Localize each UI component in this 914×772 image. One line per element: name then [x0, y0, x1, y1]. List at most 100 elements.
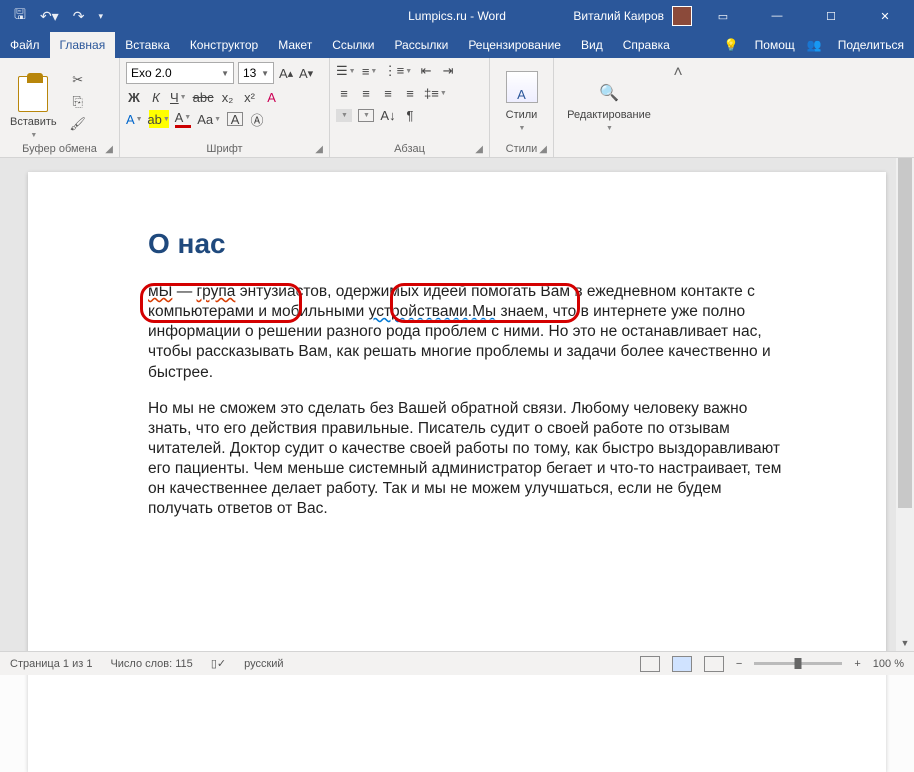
minimize-icon[interactable]: —: [754, 0, 800, 32]
zoom-slider[interactable]: [754, 662, 842, 665]
number-list-icon[interactable]: ≡▼: [362, 62, 378, 80]
group-paragraph: ☰▼ ≡▼ ⋮≡▼ ⇤ ⇥ ≡ ≡ ≡ ≡ ‡≡▼ ▼ ▼ A↓ ¶ Абзац…: [330, 58, 490, 157]
show-marks-icon[interactable]: ¶: [402, 106, 418, 124]
editing-label[interactable]: Редактирование: [567, 109, 651, 121]
font-name-combo[interactable]: Exo 2.0▼: [126, 62, 234, 84]
bold-button[interactable]: Ж: [126, 88, 142, 106]
grow-font-icon[interactable]: A▴: [278, 64, 294, 82]
read-mode-icon[interactable]: [640, 656, 660, 672]
qat-customize-icon[interactable]: ▾: [98, 11, 103, 22]
tab-home[interactable]: Главная: [50, 32, 116, 58]
font-color-icon[interactable]: A▼: [175, 110, 192, 128]
increase-indent-icon[interactable]: ⇥: [440, 62, 456, 80]
tab-insert[interactable]: Вставка: [115, 32, 180, 58]
shrink-font-icon[interactable]: A▾: [298, 64, 314, 82]
subscript-button[interactable]: x₂: [220, 88, 236, 106]
line-spacing-icon[interactable]: ‡≡▼: [424, 84, 447, 102]
vertical-scrollbar[interactable]: ▲ ▼: [896, 158, 914, 651]
paragraph-1: мЫ — група энтузиастов, одержимых идеей …: [148, 282, 786, 383]
underline-button[interactable]: Ч▼: [170, 88, 187, 106]
group-clipboard-label: Буфер обмена: [22, 143, 97, 155]
chevron-down-icon: ▼: [519, 125, 526, 132]
zoom-in-icon[interactable]: +: [854, 658, 860, 670]
tab-review[interactable]: Рецензирование: [458, 32, 571, 58]
align-left-icon[interactable]: ≡: [336, 84, 352, 102]
paragraph-2: Но мы не сможем это сделать без Вашей об…: [148, 399, 786, 520]
group-styles: A Стили ▼ Стили◢: [490, 58, 554, 157]
dialog-launcher-icon[interactable]: ◢: [315, 144, 323, 155]
tab-design[interactable]: Конструктор: [180, 32, 268, 58]
align-center-icon[interactable]: ≡: [358, 84, 374, 102]
format-painter-icon[interactable]: 🖌: [69, 116, 87, 132]
text-effects-icon[interactable]: A▼: [126, 110, 143, 128]
status-wordcount[interactable]: Число слов: 115: [110, 658, 192, 670]
paste-label: Вставить: [10, 116, 57, 128]
decrease-indent-icon[interactable]: ⇤: [418, 62, 434, 80]
group-editing: 🔍 Редактирование ▼: [554, 58, 664, 157]
tab-layout[interactable]: Макет: [268, 32, 322, 58]
tab-mailings[interactable]: Рассылки: [384, 32, 458, 58]
tab-view[interactable]: Вид: [571, 32, 613, 58]
clear-format-icon[interactable]: A: [264, 88, 280, 106]
page[interactable]: О нас мЫ — група энтузиастов, одержимых …: [28, 172, 886, 772]
copy-icon[interactable]: ⎘: [69, 94, 87, 110]
save-icon[interactable]: 🖫: [14, 4, 26, 28]
print-layout-icon[interactable]: [672, 656, 692, 672]
group-font: Exo 2.0▼ 13▼ A▴ A▾ Ж К Ч▼ abc x₂ x² A A▼…: [120, 58, 330, 157]
undo-icon[interactable]: ↶▾: [40, 8, 59, 25]
user-name[interactable]: Виталий Каиров: [573, 9, 664, 23]
dialog-launcher-icon[interactable]: ◢: [105, 144, 113, 155]
scroll-thumb[interactable]: [898, 158, 912, 508]
tab-help[interactable]: Справка: [613, 32, 680, 58]
redo-icon[interactable]: ↷: [73, 8, 85, 25]
chevron-down-icon: ▼: [606, 125, 613, 132]
superscript-button[interactable]: x²: [242, 88, 258, 106]
change-case-icon[interactable]: Aa▼: [197, 110, 221, 128]
enclose-icon[interactable]: Ⓐ: [249, 110, 265, 128]
user-avatar[interactable]: [672, 6, 692, 26]
bullet-list-icon[interactable]: ☰▼: [336, 62, 356, 80]
justify-icon[interactable]: ≡: [402, 84, 418, 102]
strikethrough-button[interactable]: abc: [193, 88, 214, 106]
web-layout-icon[interactable]: [704, 656, 724, 672]
multilevel-list-icon[interactable]: ⋮≡▼: [384, 62, 413, 80]
italic-button[interactable]: К: [148, 88, 164, 106]
tab-file[interactable]: Файл: [0, 32, 50, 58]
styles-label[interactable]: Стили: [506, 109, 538, 121]
status-language[interactable]: русский: [244, 658, 283, 670]
collapse-ribbon-icon[interactable]: ˄: [664, 58, 692, 157]
styles-icon[interactable]: A: [506, 71, 538, 103]
highlight-icon[interactable]: ab▼: [149, 110, 169, 128]
quick-access-toolbar: 🖫 ↶▾ ↷ ▾: [0, 4, 117, 28]
cut-icon[interactable]: ✂: [69, 72, 87, 88]
window-title: Lumpics.ru - Word: [408, 9, 506, 23]
zoom-thumb[interactable]: [795, 658, 802, 669]
ribbon-options-icon[interactable]: ▭: [700, 0, 746, 32]
sort-icon[interactable]: A↓: [380, 106, 396, 124]
tell-me[interactable]: Помощ: [745, 34, 805, 56]
zoom-level[interactable]: 100 %: [873, 658, 904, 670]
shading-icon[interactable]: ▼: [336, 109, 352, 122]
error-word: мЫ: [148, 283, 172, 300]
heading: О нас: [148, 228, 786, 260]
status-page[interactable]: Страница 1 из 1: [10, 658, 92, 670]
dialog-launcher-icon[interactable]: ◢: [539, 144, 547, 155]
proofing-icon[interactable]: ▯✓: [211, 657, 226, 670]
scroll-down-icon[interactable]: ▼: [898, 635, 912, 651]
borders-icon[interactable]: ▼: [358, 109, 374, 122]
chevron-down-icon: ▼: [30, 132, 37, 139]
paste-button[interactable]: Вставить ▼: [6, 62, 61, 141]
maximize-icon[interactable]: ☐: [808, 0, 854, 32]
align-right-icon[interactable]: ≡: [380, 84, 396, 102]
font-size-combo[interactable]: 13▼: [238, 62, 274, 84]
tab-references[interactable]: Ссылки: [322, 32, 384, 58]
find-icon[interactable]: 🔍: [599, 83, 619, 103]
dialog-launcher-icon[interactable]: ◢: [475, 144, 483, 155]
share-button[interactable]: Поделиться: [828, 34, 914, 56]
zoom-out-icon[interactable]: −: [736, 658, 742, 670]
ribbon: Вставить ▼ ✂ ⎘ 🖌 Буфер обмена ◢ Exo 2.0▼ …: [0, 58, 914, 158]
char-border-icon[interactable]: A: [227, 112, 243, 126]
lightbulb-icon: 💡: [724, 38, 739, 52]
close-icon[interactable]: ✕: [862, 0, 908, 32]
grammar-error: устройствами.Мы: [369, 303, 497, 320]
